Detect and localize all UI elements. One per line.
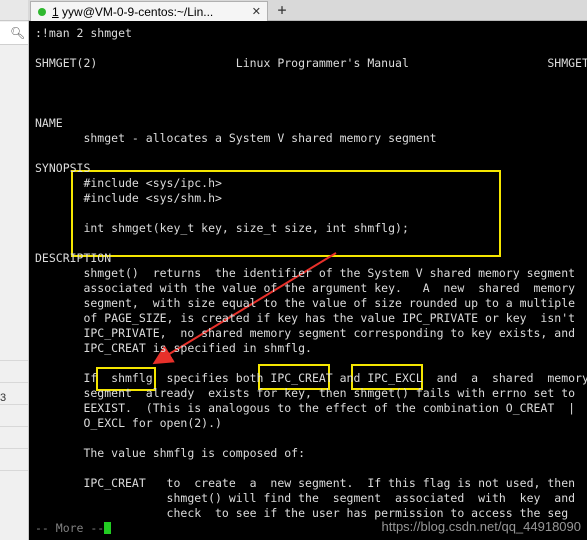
connected-status-icon [38,7,46,16]
terminal-line: IPC_CREAT is specified in shmflg. [35,341,312,355]
terminal-line: shmget() will find the segment associate… [35,491,576,505]
terminal-line: The value shmflg is composed of: [35,446,306,460]
terminal-line: :!man 2 shmget [35,26,132,40]
terminal-line: O_EXCL for open(2).) [35,416,222,430]
terminal-line: #include <sys/shm.h> [35,191,222,205]
divider [0,470,28,471]
watermark: https://blog.csdn.net/qq_44918090 [381,519,582,534]
terminal-line: If shmflg specifies both IPC_CREAT and I… [35,371,587,385]
terminal-line: DESCRIPTION [35,251,112,265]
terminal-line: shmget() returns the identifier of the S… [35,266,576,280]
left-panel-header [0,0,28,21]
terminal-line: of PAGE_SIZE, is created if key has the … [35,311,576,325]
session-tab[interactable]: 1 yyw@VM-0-9-centos:~/Lin... ✕ [30,1,268,21]
divider [0,404,28,405]
terminal-line: shmget - allocates a System V shared mem… [35,131,437,145]
tab-bar: 1 yyw@VM-0-9-centos:~/Lin... ✕ + [28,0,587,21]
terminal-line: IPC_CREAT to create a new segment. If th… [35,476,576,490]
new-tab-plus-icon[interactable]: + [274,1,290,19]
terminal-line: associated with the value of the argumen… [35,281,576,295]
terminal-line: EEXIST. (This is analogous to the effect… [35,401,576,415]
terminal-line: SHMGET(2) Linux Programmer's Manual SHMG… [35,56,587,70]
search-icon[interactable]: 🔍︎ [10,26,25,40]
terminal-window[interactable]: :!man 2 shmget SHMGET(2) Linux Programmer… [29,21,587,540]
terminal-line: segment, with size equal to the value of… [35,296,576,310]
terminal-line: #include <sys/ipc.h> [35,176,222,190]
session-tab-label: 1 yyw@VM-0-9-centos:~/Lin... [52,4,214,19]
terminal-line: IPC_PRIVATE, no shared memory segment co… [35,326,576,340]
left-panel: 🔍︎ 3 [0,0,29,540]
terminal-line: SYNOPSIS [35,161,91,175]
divider [0,448,28,449]
divider [0,360,28,361]
terminal-cursor [104,522,112,534]
close-icon[interactable]: ✕ [252,5,261,18]
divider [0,426,28,427]
more-prompt: -- More -- [35,521,112,536]
left-panel-digit: 3 [0,392,7,404]
terminal-line: NAME [35,116,63,130]
terminal-line: int shmget(key_t key, size_t size, int s… [35,221,409,235]
terminal-line: segment already exists for key, then shm… [35,386,576,400]
divider [0,382,28,383]
